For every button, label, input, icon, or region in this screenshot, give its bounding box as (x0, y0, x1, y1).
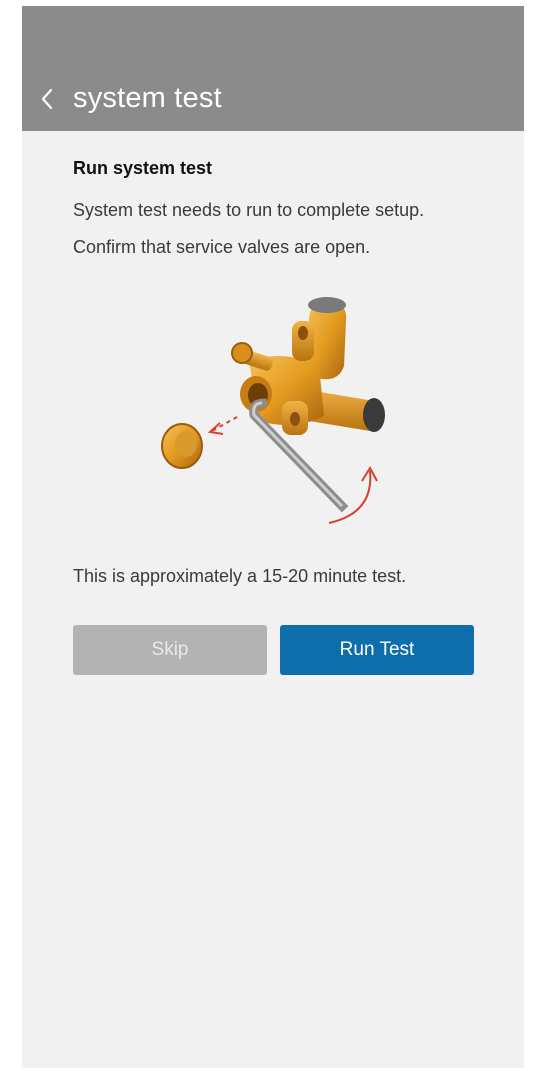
valve-handle (231, 342, 253, 364)
mount-hole-bottom (290, 412, 300, 426)
mount-hole-top (298, 326, 308, 340)
chevron-left-icon (41, 88, 53, 110)
removal-arrow-head (207, 422, 224, 435)
valve-cap-face (175, 431, 197, 457)
run-test-button[interactable]: Run Test (280, 625, 474, 675)
skip-button-label: Skip (151, 639, 189, 660)
valve-instruction-text: Confirm that service valves are open. (73, 237, 371, 257)
setup-instruction-text: System test needs to run to complete set… (73, 200, 425, 220)
pipe-opening-top (308, 297, 346, 313)
run-test-button-label: Run Test (339, 639, 415, 660)
back-button[interactable] (34, 84, 60, 114)
page-title: system test (73, 82, 222, 114)
instructions: Run system test System test needs to run… (73, 156, 493, 257)
section-heading: Run system test (73, 158, 213, 178)
removal-arrow-line (211, 416, 238, 432)
pipe-opening-right (363, 398, 385, 432)
skip-button[interactable]: Skip (73, 625, 267, 675)
app-header: system test (22, 6, 524, 131)
app-screen: system test Run system test System test … (22, 6, 524, 1068)
valve-illustration (161, 297, 385, 524)
test-duration-note: This is approximately a 15-20 minute tes… (73, 566, 407, 586)
